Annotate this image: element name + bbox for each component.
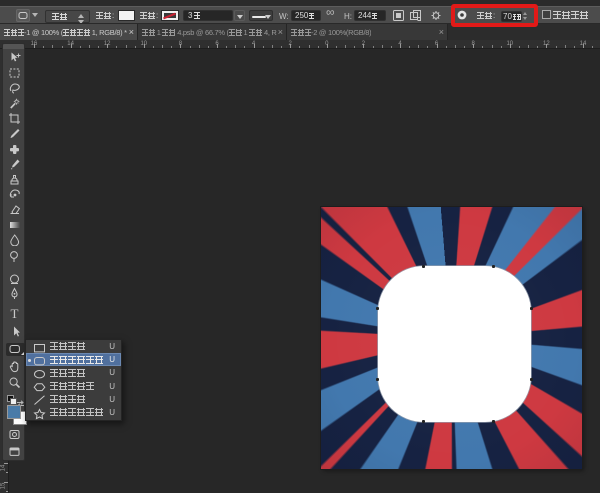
svg-text:T: T <box>11 307 19 321</box>
